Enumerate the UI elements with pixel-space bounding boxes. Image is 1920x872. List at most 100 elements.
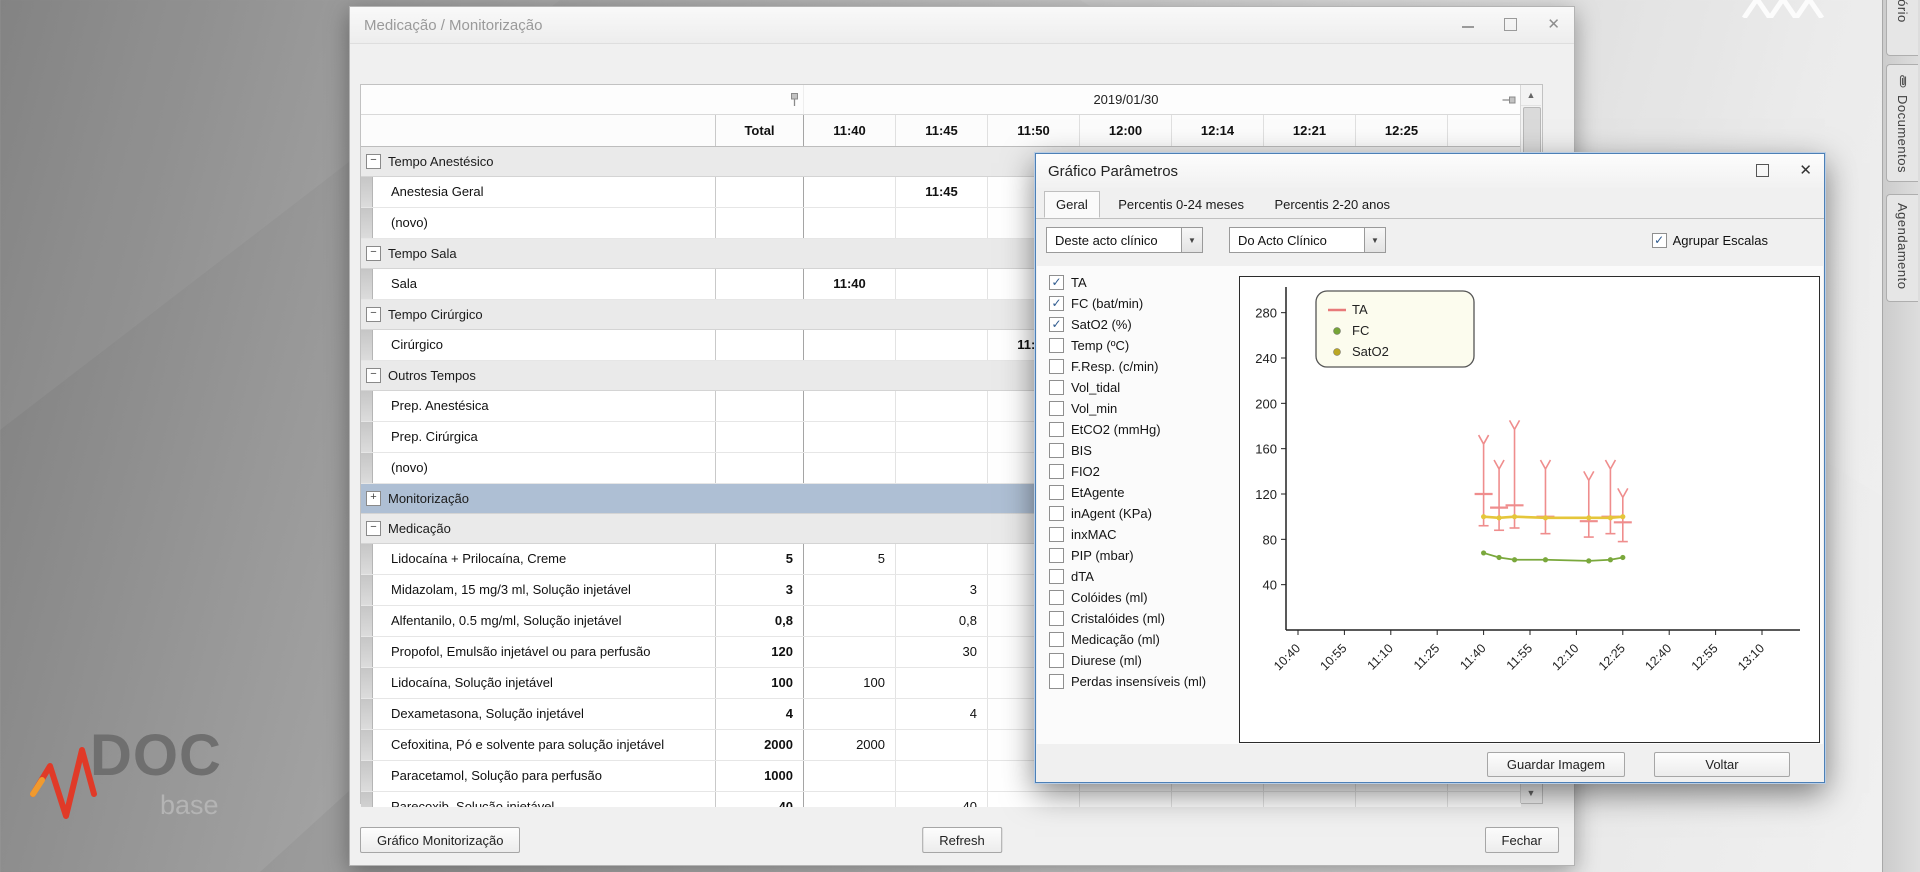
parameter-checkbox-EtCO2 (mmHg)[interactable]: EtCO2 (mmHg) (1049, 419, 1239, 440)
cell-11:45[interactable] (896, 761, 988, 791)
cell-11:45[interactable] (896, 730, 988, 760)
checkbox-unchecked-icon[interactable] (1049, 485, 1064, 500)
maximize-button[interactable] (1504, 18, 1517, 33)
chevron-down-icon[interactable]: ▼ (1181, 228, 1202, 252)
cell-11:40[interactable] (804, 177, 896, 207)
row-handle[interactable] (361, 330, 373, 360)
cell-total[interactable]: 5 (716, 544, 804, 574)
checkbox-unchecked-icon[interactable] (1049, 506, 1064, 521)
collapse-icon[interactable]: − (366, 521, 381, 536)
cell-11:45[interactable]: 30 (896, 637, 988, 667)
cell-11:40[interactable] (804, 699, 896, 729)
guardar-imagem-button[interactable]: Guardar Imagem (1487, 752, 1625, 777)
table-row[interactable]: Parecoxib, Solução injetável4040 (361, 792, 1521, 807)
grafico-monitorizacao-button[interactable]: Gráfico Monitorização (360, 827, 520, 853)
parameter-checkbox-FIO2[interactable]: FIO2 (1049, 461, 1239, 482)
parameter-checkbox-inxMAC[interactable]: inxMAC (1049, 524, 1239, 545)
voltar-button[interactable]: Voltar (1654, 752, 1790, 777)
cell-11:40[interactable]: 5 (804, 544, 896, 574)
checkbox-unchecked-icon[interactable] (1049, 569, 1064, 584)
parameter-checkbox-Diurese (ml)[interactable]: Diurese (ml) (1049, 650, 1239, 671)
row-handle[interactable] (361, 637, 373, 667)
cell-total[interactable] (716, 391, 804, 421)
parameter-checkbox-TA[interactable]: ✓TA (1049, 272, 1239, 293)
pin-horizontal-icon[interactable] (1448, 85, 1521, 114)
cell-total[interactable]: 4 (716, 699, 804, 729)
acto-combobox[interactable]: Do Acto Clínico ▼ (1229, 227, 1386, 253)
cell-total[interactable] (716, 422, 804, 452)
checkbox-unchecked-icon[interactable] (1049, 380, 1064, 395)
cell-total[interactable] (716, 208, 804, 238)
cell-11:45[interactable] (896, 208, 988, 238)
cell-12:00[interactable] (1080, 792, 1172, 807)
dialog-maximize-button[interactable] (1756, 164, 1769, 179)
checkbox-unchecked-icon[interactable] (1049, 611, 1064, 626)
cell-total[interactable]: 2000 (716, 730, 804, 760)
cell-11:40[interactable] (804, 575, 896, 605)
chevron-down-icon[interactable]: ▼ (1364, 228, 1385, 252)
row-handle[interactable] (361, 391, 373, 421)
row-handle[interactable] (361, 792, 373, 807)
cell-total[interactable]: 0,8 (716, 606, 804, 636)
scroll-up-icon[interactable]: ▲ (1521, 85, 1541, 106)
cell-11:45[interactable] (896, 544, 988, 574)
cell-11:40[interactable] (804, 453, 896, 483)
cell-total[interactable] (716, 453, 804, 483)
column-header-11:50[interactable]: 11:50 (988, 115, 1080, 146)
parameter-checkbox-inAgent (KPa)[interactable]: inAgent (KPa) (1049, 503, 1239, 524)
checkbox-unchecked-icon[interactable] (1049, 674, 1064, 689)
row-handle[interactable] (361, 208, 373, 238)
cell-total[interactable] (716, 177, 804, 207)
cell-11:50[interactable] (988, 792, 1080, 807)
cell-total[interactable] (716, 330, 804, 360)
cell-11:45[interactable]: 4 (896, 699, 988, 729)
cell-11:45[interactable]: 0,8 (896, 606, 988, 636)
tab-percentis-0-24[interactable]: Percentis 0-24 meses (1106, 191, 1256, 218)
cell-total[interactable]: 3 (716, 575, 804, 605)
parameter-checkbox-Vol_tidal[interactable]: Vol_tidal (1049, 377, 1239, 398)
cell-11:45[interactable] (896, 330, 988, 360)
pin-icon[interactable] (716, 85, 804, 114)
row-handle[interactable] (361, 422, 373, 452)
cell-11:40[interactable]: 11:40 (804, 269, 896, 299)
sidebar-tab-documentos[interactable]: Documentos (1886, 64, 1918, 182)
cell-12:25[interactable] (1356, 792, 1448, 807)
row-handle[interactable] (361, 575, 373, 605)
checkbox-icon[interactable]: ✓ (1652, 233, 1667, 248)
column-header-Total[interactable]: Total (716, 115, 804, 146)
collapse-icon[interactable]: − (366, 368, 381, 383)
date-header[interactable]: 2019/01/30 (804, 85, 1448, 114)
fechar-button[interactable]: Fechar (1485, 827, 1559, 853)
cell-11:40[interactable]: 2000 (804, 730, 896, 760)
row-handle[interactable] (361, 699, 373, 729)
cell-11:40[interactable] (804, 637, 896, 667)
checkbox-checked-icon[interactable]: ✓ (1049, 317, 1064, 332)
checkbox-unchecked-icon[interactable] (1049, 338, 1064, 353)
cell-11:45[interactable]: 11:45 (896, 177, 988, 207)
parameter-checkbox-F.Resp. (c/min)[interactable]: F.Resp. (c/min) (1049, 356, 1239, 377)
column-header-12:00[interactable]: 12:00 (1080, 115, 1172, 146)
dialog-close-icon[interactable]: ✕ (1799, 164, 1812, 178)
checkbox-checked-icon[interactable]: ✓ (1049, 275, 1064, 290)
row-handle[interactable] (361, 544, 373, 574)
sidebar-tab-relatorio[interactable]: tório (1886, 0, 1918, 56)
row-handle[interactable] (361, 761, 373, 791)
parameter-checkbox-dTA[interactable]: dTA (1049, 566, 1239, 587)
cell-11:45[interactable] (896, 269, 988, 299)
collapse-icon[interactable]: − (366, 307, 381, 322)
cell-11:40[interactable] (804, 330, 896, 360)
checkbox-unchecked-icon[interactable] (1049, 359, 1064, 374)
parameter-checkbox-Medicação (ml)[interactable]: Medicação (ml) (1049, 629, 1239, 650)
cell-11:45[interactable] (896, 422, 988, 452)
checkbox-unchecked-icon[interactable] (1049, 590, 1064, 605)
cell-total[interactable] (716, 269, 804, 299)
cell-11:40[interactable] (804, 391, 896, 421)
scope-combobox[interactable]: Deste acto clínico ▼ (1046, 227, 1203, 253)
cell-11:45[interactable]: 40 (896, 792, 988, 807)
parameter-checkbox-EtAgente[interactable]: EtAgente (1049, 482, 1239, 503)
row-handle[interactable] (361, 269, 373, 299)
checkbox-checked-icon[interactable]: ✓ (1049, 296, 1064, 311)
parameter-checkbox-BIS[interactable]: BIS (1049, 440, 1239, 461)
column-header-11:45[interactable]: 11:45 (896, 115, 988, 146)
checkbox-unchecked-icon[interactable] (1049, 443, 1064, 458)
